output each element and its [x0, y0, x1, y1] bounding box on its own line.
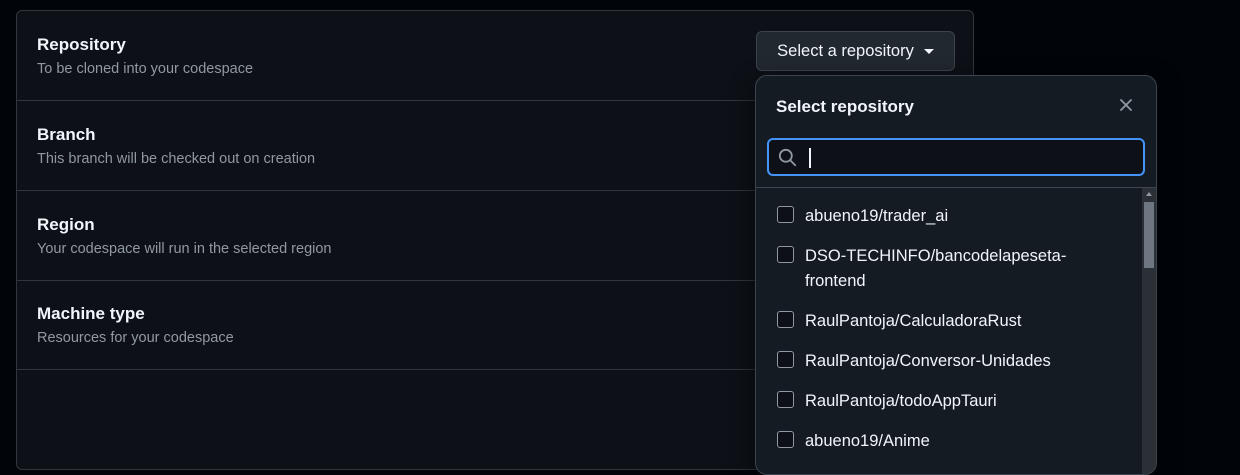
region-title: Region [37, 215, 95, 234]
repository-name: abueno19/trader_ai [805, 207, 949, 225]
select-repository-label: Select a repository [777, 41, 914, 60]
repository-description: To be cloned into your codespace [37, 61, 254, 77]
branch-description: This branch will be checked out on creat… [37, 151, 316, 167]
repository-name: DSO-TECHINFO/bancodelapeseta-frontend [805, 247, 1067, 290]
scroll-up-arrow-icon[interactable] [1146, 192, 1152, 196]
close-icon [1120, 99, 1132, 111]
repository-title: Repository [37, 35, 126, 54]
repository-name: RaulPantoja/CalculadoraRust [805, 312, 1022, 330]
caret-down-icon [923, 48, 934, 54]
text-cursor [809, 148, 811, 168]
repository-name: RaulPantoja/Conversor-Unidades [805, 352, 1051, 370]
repository-checkbox[interactable] [777, 391, 794, 408]
repository-checkbox[interactable] [777, 431, 794, 448]
repository-list: abueno19/trader_ai DSO-TECHINFO/bancodela… [756, 188, 1142, 474]
repository-search-box[interactable] [767, 138, 1145, 176]
select-repository-panel: Select repository abueno19/trader_ai DSO-… [755, 75, 1157, 475]
repository-search-input[interactable] [805, 143, 1135, 171]
repository-checkbox[interactable] [777, 206, 794, 223]
repository-name: abueno19/Anime [805, 432, 930, 450]
close-panel-button[interactable] [1114, 93, 1138, 117]
region-description: Your codespace will run in the selected … [37, 241, 332, 257]
panel-title: Select repository [776, 97, 914, 116]
branch-title: Branch [37, 125, 96, 144]
repository-name: RaulPantoja/todoAppTauri [805, 392, 997, 410]
machine-type-title: Machine type [37, 304, 145, 323]
scrollbar-thumb[interactable] [1144, 202, 1154, 268]
repository-checkbox[interactable] [777, 311, 794, 328]
repository-list-scrollbar[interactable] [1142, 188, 1156, 474]
machine-type-description: Resources for your codespace [37, 330, 234, 346]
select-repository-button[interactable]: Select a repository [756, 31, 955, 71]
repository-checkbox[interactable] [777, 246, 794, 263]
search-icon [778, 148, 797, 167]
repository-checkbox[interactable] [777, 351, 794, 368]
